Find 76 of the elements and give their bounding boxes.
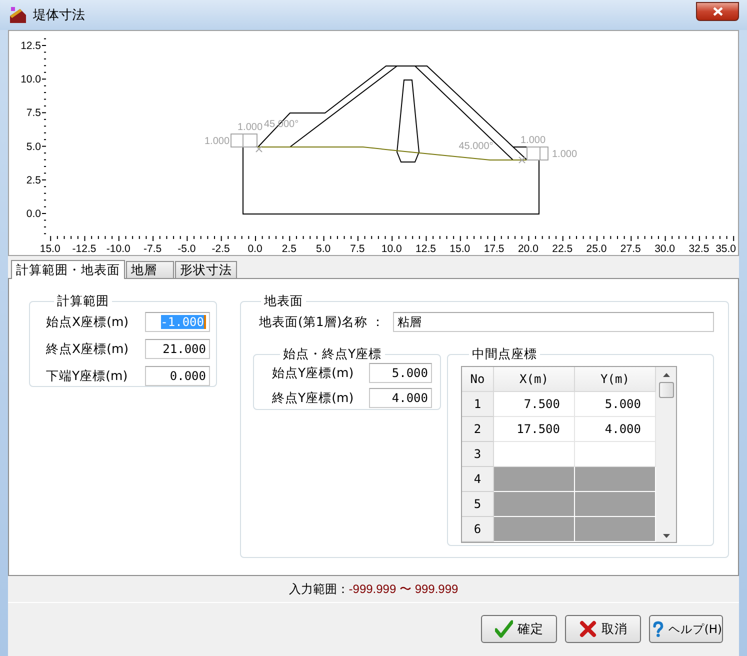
- tick-label: 7.5: [350, 243, 365, 255]
- tick-label: 7.5: [26, 107, 41, 120]
- tick-label: 10.0: [20, 74, 41, 86]
- tick-label: 20.0: [518, 243, 538, 255]
- scrollbar[interactable]: [656, 367, 676, 542]
- app-icon: [10, 7, 26, 23]
- field-label: 地表面(第1層)名称 ：: [259, 314, 385, 330]
- column-header: No: [462, 367, 494, 392]
- row-number: 5: [462, 492, 494, 517]
- dimension-label: 1.000: [204, 136, 230, 147]
- input-field[interactable]: 粘層: [392, 312, 714, 332]
- row-number: 3: [462, 442, 494, 467]
- tab[interactable]: 地層: [126, 261, 174, 278]
- dimension-label: 45.000°: [458, 141, 494, 152]
- tick-label: 10.0: [381, 243, 402, 255]
- tick-label: 2.5: [26, 174, 41, 186]
- group-title: 計算範囲: [56, 293, 110, 310]
- field-label: 始点X座標(m): [46, 314, 128, 330]
- dimension-label: 1.000: [552, 149, 578, 160]
- table-cell[interactable]: 17.500: [494, 417, 575, 442]
- input-field[interactable]: 21.000: [145, 339, 210, 359]
- dialog-button[interactable]: 確定: [481, 615, 557, 643]
- tick-label: 35.0: [716, 243, 736, 255]
- row-number: 4: [462, 467, 494, 492]
- table-cell[interactable]: 7.500: [494, 392, 575, 417]
- tick-label: -5.0: [178, 243, 196, 255]
- tick-label: -7.5: [144, 243, 162, 255]
- tick-label: 27.5: [620, 243, 641, 255]
- scroll-up-icon: [662, 373, 670, 377]
- tick-label: 5.0: [26, 140, 41, 153]
- column-header: X(m): [494, 367, 575, 392]
- tick-label: -12.5: [72, 243, 96, 255]
- window-title: 堤体寸法: [33, 7, 85, 24]
- field-label: 下端Y座標(m): [46, 368, 128, 384]
- close-button[interactable]: [696, 2, 739, 20]
- scroll-thumb[interactable]: [658, 382, 674, 398]
- row-number: 2: [462, 417, 494, 442]
- group-title: 始点・終点Y座標: [282, 346, 383, 363]
- tick-label: 12.5: [20, 40, 41, 52]
- tick-label: 2.5: [282, 243, 296, 255]
- input-field[interactable]: 4.000: [369, 388, 432, 408]
- input-field[interactable]: 0.000: [145, 366, 210, 386]
- tick-label: 0.0: [26, 208, 41, 220]
- dimension-label: 1.000: [520, 135, 546, 146]
- scroll-down-icon: [662, 534, 670, 538]
- column-header: Y(m): [575, 367, 656, 392]
- tick-label: 25.0: [586, 243, 607, 255]
- tab[interactable]: 形状寸法: [175, 261, 237, 278]
- tick-label: 30.0: [654, 243, 676, 255]
- field-label: 終点Y座標(m): [272, 390, 354, 406]
- tick-label: -10.0: [106, 243, 130, 255]
- tick-label: 0.0: [248, 243, 262, 255]
- input-field[interactable]: 5.000: [369, 363, 432, 383]
- cross-icon: [578, 620, 596, 638]
- dimension-label: 1.000: [237, 122, 263, 133]
- dialog-button[interactable]: ヘルプ(H): [649, 615, 723, 643]
- group-title: 地表面: [263, 293, 304, 310]
- status-range: -999.999 〜 999.999: [348, 580, 458, 598]
- check-icon: [494, 620, 512, 638]
- tick-label: 15.0: [40, 243, 60, 255]
- tick-label: 5.0: [316, 243, 331, 255]
- status-label: 入力範囲：: [288, 580, 349, 598]
- row-number: 1: [462, 392, 494, 417]
- row-number: 6: [462, 517, 494, 542]
- tick-label: 22.5: [552, 243, 573, 255]
- tick-label: 12.5: [416, 243, 436, 255]
- close-icon: [712, 6, 722, 16]
- field-label: 終点X座標(m): [46, 340, 128, 358]
- tick-label: -2.5: [212, 243, 230, 255]
- tick-label: 17.5: [484, 243, 504, 255]
- field-label: 始点Y座標(m): [272, 364, 354, 382]
- tick-label: 32.5: [688, 243, 710, 255]
- tab[interactable]: 計算範囲・地表面: [11, 260, 125, 279]
- dialog-button[interactable]: 取消: [565, 615, 641, 643]
- group-title: 中間点座標: [471, 346, 538, 363]
- tick-label: 15.0: [450, 243, 470, 255]
